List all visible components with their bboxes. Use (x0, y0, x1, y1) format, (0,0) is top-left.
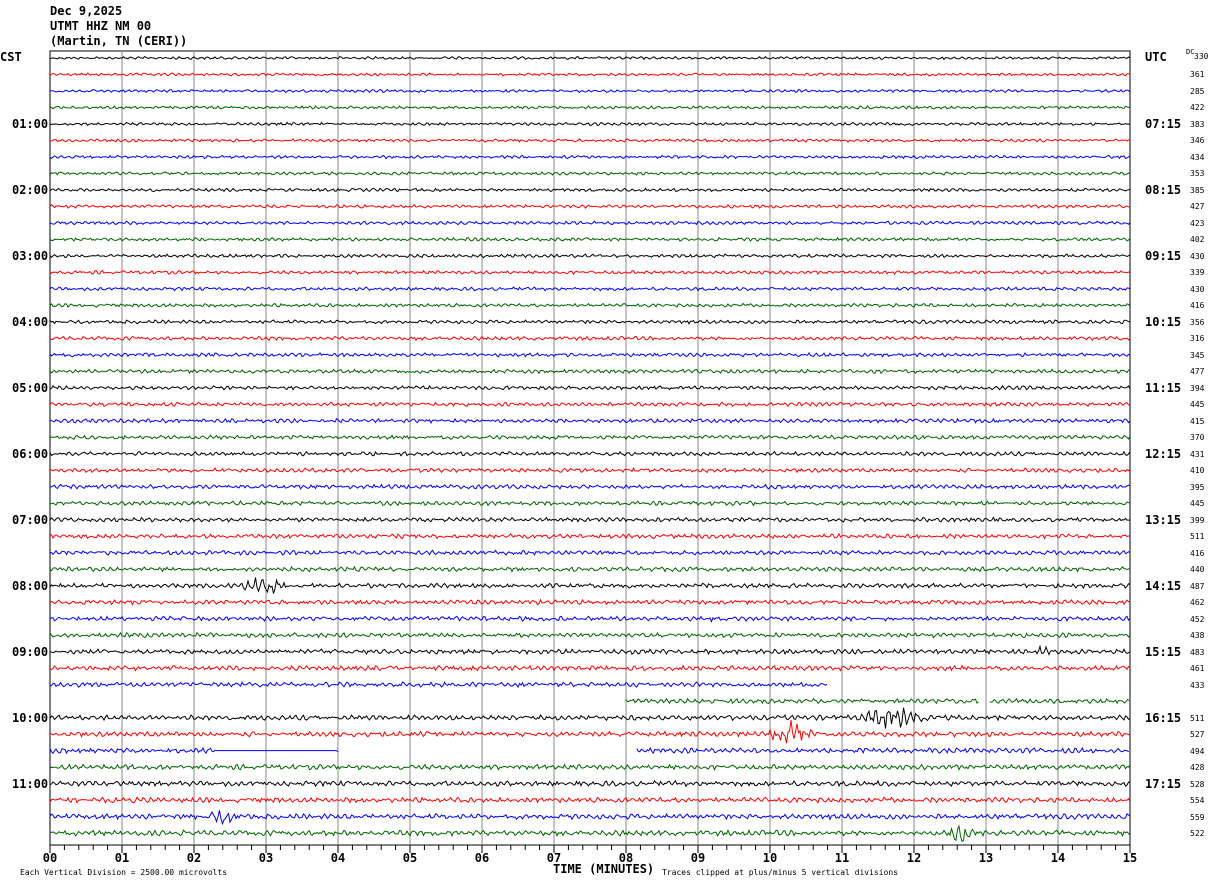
seismic-trace (625, 697, 979, 705)
seismic-trace (49, 302, 1131, 308)
x-tick-label: 02 (187, 851, 201, 865)
seismic-trace (49, 434, 1131, 441)
seismic-trace (49, 236, 1131, 243)
seismic-trace (49, 779, 1131, 788)
seismic-trace (49, 532, 1130, 540)
x-tick-label: 11 (835, 851, 849, 865)
x-tick-label: 09 (691, 851, 705, 865)
seismic-trace (49, 88, 1131, 94)
seismic-trace (49, 105, 1131, 110)
seismic-trace (49, 138, 1131, 143)
seismic-trace (49, 824, 1131, 843)
seismic-trace (49, 615, 1131, 623)
seismic-trace (49, 286, 1131, 292)
seismic-trace (49, 269, 1131, 276)
seismic-trace (49, 763, 1131, 771)
x-tick-label: 14 (1051, 851, 1065, 865)
helicorder-plot: 00 01 02 03 04 05 06 07 08 09 10 11 12 13 14 15 (43, 50, 1137, 865)
seismic-trace (49, 319, 1131, 325)
seismic-trace (49, 466, 1131, 474)
x-tick-label: 00 (43, 851, 57, 865)
seismic-trace (49, 401, 1131, 408)
seismic-trace (49, 598, 1131, 606)
seismic-trace (49, 549, 1131, 556)
seismic-trace (636, 746, 1130, 755)
seismic-trace (49, 55, 1131, 61)
seismic-trace (49, 368, 1131, 375)
x-tick-label: 15 (1123, 851, 1137, 865)
x-tick-label: 01 (115, 851, 129, 865)
seismic-trace (49, 450, 1131, 457)
seismic-trace (49, 631, 1131, 639)
seismic-trace (49, 335, 1131, 342)
seismic-trace (49, 187, 1131, 193)
seismic-trace (49, 253, 1131, 259)
x-tick-label: 03 (259, 851, 273, 865)
seismic-trace (49, 384, 1131, 391)
seismic-trace (49, 664, 1131, 672)
seismic-trace (49, 121, 1131, 127)
seismic-trace (49, 577, 1131, 594)
x-axis-label: TIME (MINUTES) (553, 862, 655, 876)
seismic-trace (49, 499, 1131, 507)
seismic-trace (49, 72, 1130, 77)
seismic-trace (49, 417, 1131, 424)
x-tick-label: 05 (403, 851, 417, 865)
x-tick-label: 06 (475, 851, 489, 865)
seismic-trace (49, 565, 1130, 573)
seismic-trace (49, 483, 1131, 490)
seismic-trace (49, 707, 1131, 729)
x-tick-label: 04 (331, 851, 345, 865)
seismic-trace (49, 644, 1131, 656)
seismic-trace (49, 154, 1131, 160)
seismic-trace (49, 351, 1131, 358)
seismic-trace (49, 170, 1131, 176)
x-tick-label: 12 (907, 851, 921, 865)
plot-frame (49, 50, 1131, 846)
seismic-trace (49, 220, 1131, 226)
seismic-trace (49, 810, 1131, 826)
seismic-trace (49, 796, 1131, 804)
seismic-trace (989, 697, 1130, 705)
seismic-trace (49, 720, 1131, 744)
seismic-trace (49, 203, 1131, 209)
x-tick-label: 10 (763, 851, 777, 865)
x-tick-label: 13 (979, 851, 993, 865)
seismic-trace (50, 681, 828, 688)
scale-note: Each Vertical Division = 2500.00 microvo… (20, 868, 228, 877)
clip-note: Traces clipped at plus/minus 5 vertical … (662, 868, 899, 877)
seismic-trace (49, 516, 1130, 523)
